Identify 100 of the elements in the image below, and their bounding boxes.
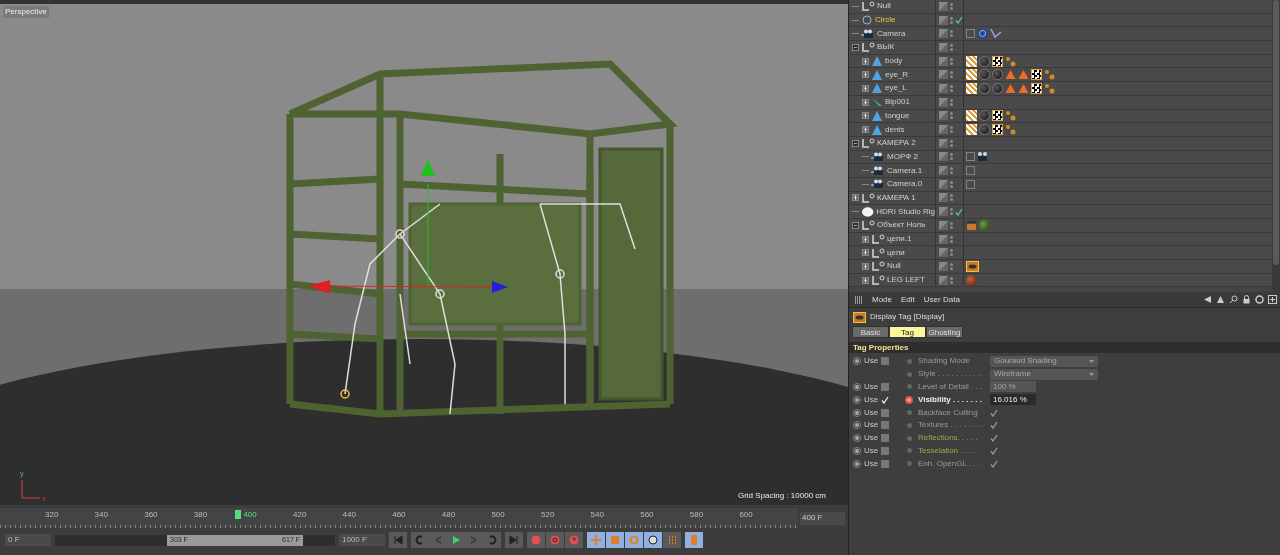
texture-tag-icon[interactable] bbox=[966, 82, 977, 94]
visibility-dots-icon[interactable] bbox=[950, 126, 953, 134]
display-tag-icon[interactable] bbox=[966, 260, 979, 272]
expand-icon[interactable] bbox=[862, 112, 869, 120]
playhead-marker[interactable] bbox=[235, 510, 241, 519]
texture-tag-icon[interactable] bbox=[966, 110, 977, 122]
object-name[interactable]: LEG LEFT bbox=[887, 274, 925, 287]
visibility-dots-icon[interactable] bbox=[950, 194, 953, 202]
object-name[interactable]: Camera.1 bbox=[887, 164, 923, 177]
target-icon[interactable] bbox=[1255, 295, 1264, 304]
camera-tag-icon[interactable] bbox=[977, 151, 988, 163]
ik-tag-icon[interactable] bbox=[990, 28, 1002, 40]
expand-icon[interactable] bbox=[862, 262, 869, 270]
object-name[interactable]: Bip001 bbox=[885, 96, 910, 109]
collapse-icon[interactable] bbox=[852, 43, 859, 51]
go-to-start-button[interactable] bbox=[389, 532, 407, 548]
object-name[interactable]: Null bbox=[877, 0, 891, 13]
object-name[interactable]: Camera.0 bbox=[887, 178, 923, 191]
go-to-end-button[interactable] bbox=[505, 532, 523, 548]
object-name[interactable]: Camera bbox=[877, 27, 906, 40]
dotted-square-icon[interactable] bbox=[966, 152, 975, 162]
triangle-tag-icon[interactable] bbox=[1005, 82, 1016, 94]
expand-icon[interactable] bbox=[862, 249, 869, 257]
visibility-dots-icon[interactable] bbox=[950, 57, 953, 65]
visibility-dots-icon[interactable] bbox=[950, 43, 953, 51]
visibility-dots-icon[interactable] bbox=[950, 30, 953, 38]
object-name[interactable]: dents bbox=[885, 123, 905, 136]
visibility-dots-icon[interactable] bbox=[950, 180, 953, 188]
visibility-dots-icon[interactable] bbox=[950, 112, 953, 120]
checker-tag-icon[interactable] bbox=[1031, 82, 1042, 94]
texture-tag-icon[interactable] bbox=[966, 55, 977, 67]
checker-tag-icon[interactable] bbox=[992, 110, 1003, 122]
object-name[interactable]: HDRI Studio Rig bbox=[876, 205, 935, 218]
visibility-dots-icon[interactable] bbox=[950, 98, 953, 106]
search-icon[interactable] bbox=[1229, 295, 1238, 304]
expand-icon[interactable] bbox=[862, 276, 869, 284]
next-key-button[interactable] bbox=[483, 532, 501, 548]
visibility-dots-icon[interactable] bbox=[950, 84, 953, 92]
visibility-dots-icon[interactable] bbox=[950, 249, 953, 257]
object-name[interactable]: tongue bbox=[885, 109, 910, 122]
end-frame-field[interactable]: 400 F bbox=[800, 511, 845, 525]
visibility-dots-icon[interactable] bbox=[950, 2, 953, 10]
expand-icon[interactable] bbox=[862, 126, 869, 134]
object-name[interactable]: eye_R bbox=[885, 68, 909, 81]
keyframe-icon[interactable] bbox=[905, 395, 913, 404]
record-button[interactable] bbox=[527, 532, 545, 548]
visibility-dots-icon[interactable] bbox=[950, 262, 953, 270]
object-name[interactable]: КАМЕРА 2 bbox=[877, 137, 916, 150]
visibility-dots-icon[interactable] bbox=[950, 167, 953, 175]
autokey-button[interactable] bbox=[546, 532, 564, 548]
visibility-dots-icon[interactable] bbox=[950, 139, 953, 147]
dotted-square-icon[interactable] bbox=[966, 166, 975, 176]
collapse-icon[interactable] bbox=[852, 139, 859, 147]
expand-icon[interactable] bbox=[862, 57, 869, 65]
visibility-dots-icon[interactable] bbox=[950, 276, 953, 284]
checker-tag-icon[interactable] bbox=[992, 124, 1003, 136]
checker-tag-icon[interactable] bbox=[1031, 69, 1042, 81]
expand-icon[interactable] bbox=[862, 84, 869, 92]
tab[interactable]: Basic bbox=[852, 326, 889, 338]
new-panel-icon[interactable] bbox=[1268, 295, 1277, 304]
tab[interactable]: Ghosting bbox=[926, 326, 963, 338]
tab[interactable]: Tag bbox=[889, 326, 926, 338]
menu-item[interactable]: User Data bbox=[923, 293, 960, 306]
timeline-ruler[interactable]: 320 340 360 380 400 420 440 460 480 500 520 540 560 580 600 bbox=[0, 508, 798, 528]
object-name[interactable]: ВЫК bbox=[877, 41, 895, 54]
up-arrow-icon[interactable] bbox=[1216, 295, 1225, 304]
visibility-dots-icon[interactable] bbox=[950, 71, 953, 79]
help-button[interactable] bbox=[565, 532, 583, 548]
object-name[interactable]: цепи.1 bbox=[887, 233, 912, 246]
previous-key-button[interactable] bbox=[411, 532, 429, 548]
max-frame-field[interactable]: 1000 F bbox=[339, 534, 385, 546]
start-frame-field[interactable]: 0 F bbox=[5, 534, 51, 546]
dotted-square-icon[interactable] bbox=[966, 29, 975, 39]
dotted-square-icon[interactable] bbox=[966, 179, 975, 189]
texture-tag-icon[interactable] bbox=[966, 69, 977, 81]
expand-icon[interactable] bbox=[852, 194, 859, 202]
expand-icon[interactable] bbox=[862, 71, 869, 79]
visibility-dots-icon[interactable] bbox=[950, 221, 953, 229]
object-name[interactable]: body bbox=[885, 55, 903, 68]
use-checkbox[interactable] bbox=[881, 395, 890, 404]
object-name[interactable]: цепи bbox=[887, 246, 905, 259]
lock-icon[interactable] bbox=[1242, 295, 1251, 304]
collapse-icon[interactable] bbox=[852, 221, 859, 229]
object-name[interactable]: Circle bbox=[875, 14, 896, 27]
visibility-dots-icon[interactable] bbox=[950, 235, 953, 243]
clapper-tag-icon[interactable] bbox=[966, 219, 977, 231]
number-field[interactable]: 16.016 % bbox=[990, 394, 1036, 406]
expand-icon[interactable] bbox=[862, 235, 869, 243]
enabled-check-icon[interactable] bbox=[955, 16, 963, 25]
object-name[interactable]: eye_L bbox=[885, 82, 907, 95]
param-key-button[interactable] bbox=[644, 532, 662, 548]
menu-item[interactable]: Mode bbox=[872, 293, 892, 306]
object-name[interactable]: Null bbox=[887, 260, 901, 273]
menu-item[interactable]: Edit bbox=[901, 293, 915, 306]
checker-tag-icon[interactable] bbox=[992, 55, 1003, 67]
object-name[interactable]: МОРФ 2 bbox=[887, 150, 918, 163]
target-tag-icon[interactable] bbox=[977, 28, 988, 40]
object-name[interactable]: КАМЕРА 1 bbox=[877, 191, 916, 204]
display-tag-icon[interactable] bbox=[853, 311, 866, 323]
back-arrow-icon[interactable] bbox=[1203, 295, 1212, 304]
